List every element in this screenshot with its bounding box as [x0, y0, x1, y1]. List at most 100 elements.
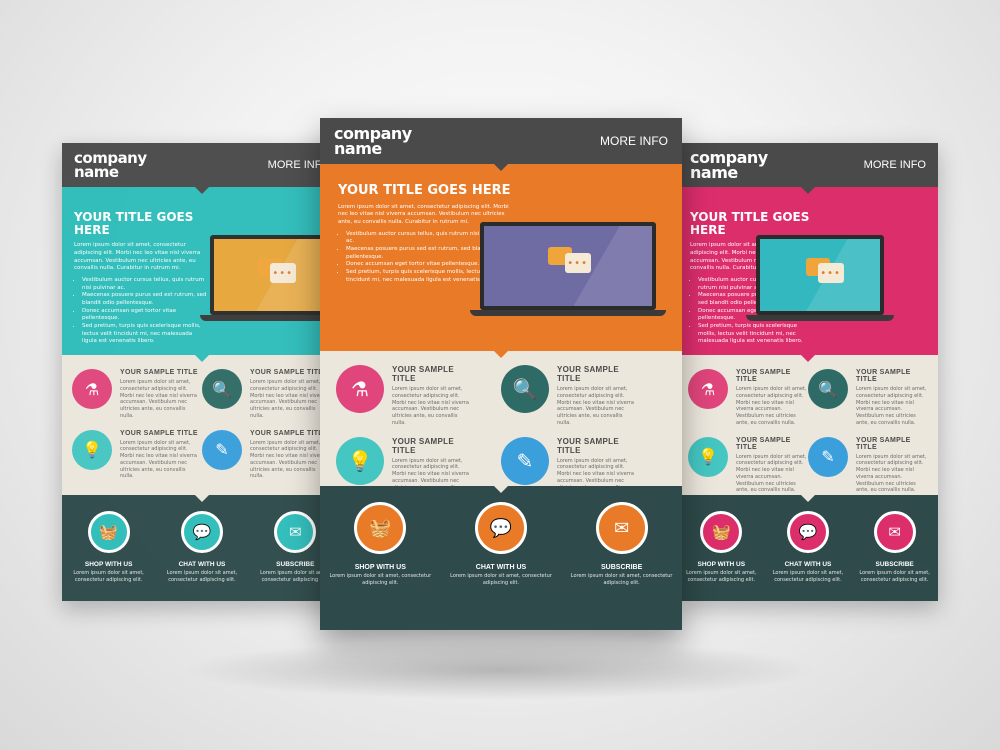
- hero-bullet: Vestibulum auctor cursus tellus, quis ru…: [82, 277, 207, 292]
- footer-notch: [493, 485, 509, 493]
- feature-title: YOUR SAMPLE TITLE: [557, 365, 619, 383]
- footer-label: CHAT WITH US: [178, 561, 226, 568]
- features-section: ⚗ YOUR SAMPLE TITLE Lorem ipsum dolor sit…: [320, 350, 682, 497]
- feature-title: YOUR SAMPLE TITLE: [120, 429, 198, 437]
- pencil-icon: ✎: [808, 436, 848, 477]
- footer-notch: [800, 494, 816, 502]
- footer-shop[interactable]: 🧺 SHOP WITH US Lorem ipsum dolor sit ame…: [678, 511, 764, 584]
- footer-subscribe[interactable]: ✉ SUBSCRIBE Lorem ipsum dolor sit amet, …: [562, 502, 681, 587]
- footer-text: Lorem ipsum dolor sit amet, consectetur …: [450, 573, 552, 586]
- flyer-header: company name MORE INFO: [62, 143, 342, 194]
- hero-section: YOUR TITLE GOES HERE Lorem ipsum dolor s…: [62, 187, 342, 355]
- feature-text: Lorem ipsum dolor sit amet, consectetur …: [736, 453, 807, 494]
- company-logo[interactable]: company name: [690, 149, 768, 182]
- more-info-link[interactable]: MORE INFO: [600, 134, 668, 148]
- footer-label: SHOP WITH US: [697, 561, 746, 568]
- footer-section: 🧺 SHOP WITH US Lorem ipsum dolor sit ame…: [678, 494, 938, 601]
- chat-dots-icon: •••: [817, 263, 844, 284]
- feature-text: Lorem ipsum dolor sit amet, consectetur …: [250, 379, 327, 419]
- lightbulb-icon: 💡: [688, 436, 728, 477]
- hero-bullet: Donec accumsan eget tortor vitae pellent…: [82, 308, 207, 323]
- company-logo[interactable]: company name: [334, 125, 412, 158]
- footer-text: Lorem ipsum dolor sit amet, consectetur …: [859, 570, 930, 583]
- footer-chat[interactable]: 💬 CHAT WITH US Lorem ipsum dolor sit ame…: [765, 511, 851, 584]
- laptop-illustration: •••: [470, 222, 666, 316]
- footer-shop[interactable]: 🧺 SHOP WITH US Lorem ipsum dolor sit ame…: [62, 511, 154, 584]
- feature-title: YOUR SAMPLE TITLE: [392, 436, 454, 455]
- hero-notch: [800, 354, 816, 362]
- envelope-icon: ✉: [274, 511, 317, 553]
- feature-title: YOUR SAMPLE TITLE: [120, 369, 198, 376]
- feature-title: YOUR SAMPLE TITLE: [250, 369, 328, 376]
- feature-item: 🔍 YOUR SAMPLE TITLE Lorem ipsum dolor sit…: [808, 369, 928, 427]
- footer-label: SHOP WITH US: [354, 564, 406, 571]
- footer-text: Lorem ipsum dolor sit amet, consectetur …: [166, 570, 238, 583]
- feature-item: ✎ YOUR SAMPLE TITLE Lorem ipsum dolor sit…: [808, 436, 928, 495]
- footer-text: Lorem ipsum dolor sit amet, consectetur …: [772, 570, 844, 583]
- hero-bullet: Sed pretium, turpis quis scelerisque mol…: [698, 323, 813, 346]
- feature-text: Lorem ipsum dolor sit amet, consectetur …: [120, 439, 197, 480]
- envelope-icon: ✉: [595, 502, 648, 554]
- header-notch: [194, 186, 210, 194]
- lightbulb-icon: 💡: [336, 436, 384, 485]
- feature-text: Lorem ipsum dolor sit amet, consectetur …: [856, 386, 927, 426]
- lightbulb-icon: 💡: [72, 429, 112, 470]
- basket-icon: 🧺: [87, 511, 130, 553]
- basket-icon: 🧺: [354, 502, 407, 554]
- chat-icon: 💬: [786, 511, 829, 553]
- feature-title: YOUR SAMPLE TITLE: [856, 436, 911, 451]
- chat-dots-icon: •••: [564, 253, 591, 274]
- envelope-icon: ✉: [873, 511, 916, 553]
- flyer-orange: company name MORE INFO YOUR TITLE GOES H…: [320, 118, 682, 630]
- more-info-link[interactable]: MORE INFO: [864, 159, 926, 171]
- footer-text: Lorem ipsum dolor sit amet, consectetur …: [686, 570, 757, 583]
- logo-line2: name: [74, 163, 119, 181]
- flyer-header: company name MORE INFO: [678, 143, 938, 194]
- floor-shadow: [180, 640, 820, 700]
- feature-item: ⚗ YOUR SAMPLE TITLE Lorem ipsum dolor sit…: [336, 365, 501, 427]
- hero-title: YOUR TITLE GOES HERE: [690, 210, 810, 237]
- feature-item: 🔍 YOUR SAMPLE TITLE Lorem ipsum dolor sit…: [501, 365, 666, 427]
- logo-line2: name: [334, 139, 382, 158]
- chat-icon: 💬: [180, 511, 223, 553]
- chat-dots-icon: •••: [269, 263, 296, 284]
- company-logo[interactable]: company name: [74, 150, 147, 181]
- hero-section: YOUR TITLE GOES HERE Lorem ipsum dolor s…: [678, 187, 938, 355]
- hero-section: YOUR TITLE GOES HERE Lorem ipsum dolor s…: [320, 164, 682, 351]
- feature-text: Lorem ipsum dolor sit amet, consectetur …: [856, 453, 927, 494]
- feature-item: 🔍 YOUR SAMPLE TITLE Lorem ipsum dolor sit…: [202, 369, 332, 420]
- hero-notch: [194, 354, 210, 362]
- feature-text: Lorem ipsum dolor sit amet, consectetur …: [736, 386, 807, 426]
- feature-title: YOUR SAMPLE TITLE: [557, 436, 619, 455]
- feature-title: YOUR SAMPLE TITLE: [250, 429, 328, 437]
- logo-line2: name: [690, 163, 738, 182]
- footer-chat[interactable]: 💬 CHAT WITH US Lorem ipsum dolor sit ame…: [156, 511, 248, 584]
- chat-icon: 💬: [474, 502, 527, 554]
- footer-shop[interactable]: 🧺 SHOP WITH US Lorem ipsum dolor sit ame…: [321, 502, 440, 587]
- footer-label: SHOP WITH US: [84, 561, 133, 568]
- footer-chat[interactable]: 💬 CHAT WITH US Lorem ipsum dolor sit ame…: [441, 502, 560, 587]
- flask-icon: ⚗: [72, 369, 112, 409]
- feature-text: Lorem ipsum dolor sit amet, consectetur …: [392, 386, 469, 426]
- pencil-icon: ✎: [501, 436, 549, 485]
- flyer-teal: company name MORE INFO YOUR TITLE GOES H…: [62, 143, 342, 601]
- footer-label: SUBSCRIBE: [601, 564, 643, 571]
- footer-subscribe[interactable]: ✉ SUBSCRIBE Lorem ipsum dolor sit amet, …: [852, 511, 938, 584]
- footer-section: 🧺 SHOP WITH US Lorem ipsum dolor sit ame…: [62, 494, 342, 601]
- magnifier-icon: 🔍: [501, 365, 549, 413]
- footer-text: Lorem ipsum dolor sit amet, consectetur …: [329, 573, 432, 586]
- feature-item: ⚗ YOUR SAMPLE TITLE Lorem ipsum dolor sit…: [688, 369, 808, 427]
- feature-item: 💡 YOUR SAMPLE TITLE Lorem ipsum dolor sit…: [688, 436, 808, 495]
- hero-bullets: Vestibulum auctor cursus tellus, quis ru…: [74, 277, 207, 346]
- mockup-stage: company name MORE INFO YOUR TITLE GOES H…: [0, 0, 1000, 750]
- laptop-illustration: •••: [200, 235, 342, 321]
- feature-text: Lorem ipsum dolor sit amet, consectetur …: [120, 379, 197, 419]
- footer-label: CHAT WITH US: [475, 564, 527, 571]
- flask-icon: ⚗: [688, 369, 728, 409]
- flyer-pink: company name MORE INFO YOUR TITLE GOES H…: [678, 143, 938, 601]
- footer-label: CHAT WITH US: [784, 561, 832, 568]
- hero-title: YOUR TITLE GOES HERE: [338, 183, 511, 198]
- magnifier-icon: 🔍: [202, 369, 242, 409]
- feature-item: 💡 YOUR SAMPLE TITLE Lorem ipsum dolor sit…: [72, 429, 202, 481]
- magnifier-icon: 🔍: [808, 369, 848, 409]
